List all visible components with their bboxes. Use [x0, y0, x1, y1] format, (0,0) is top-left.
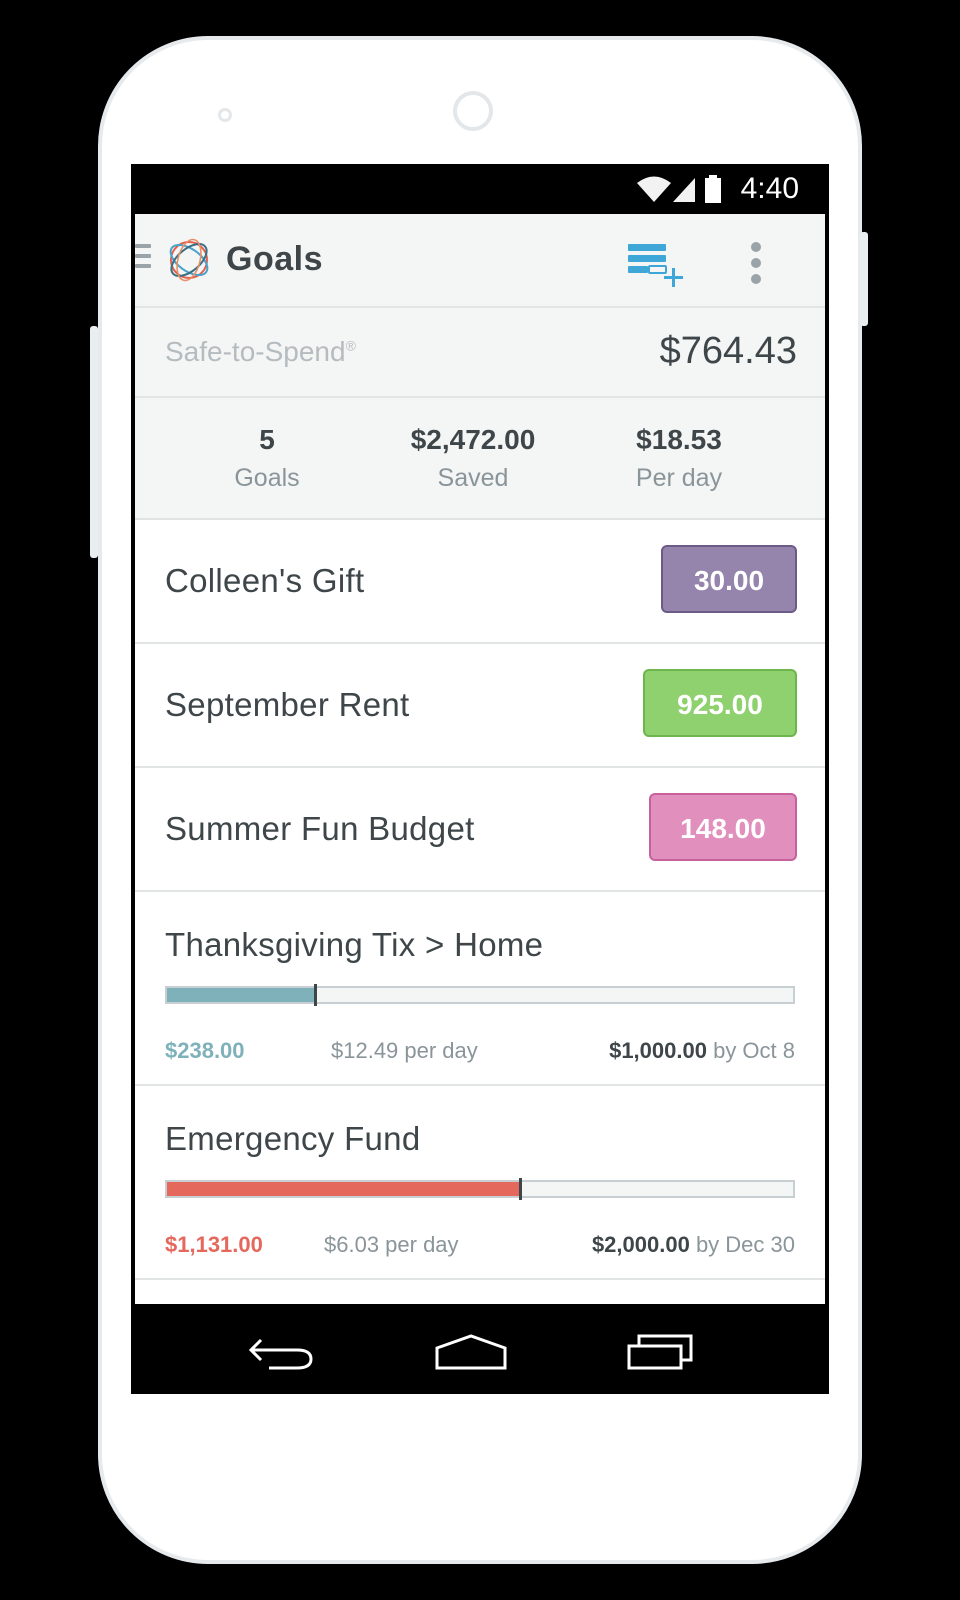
- stat-per-day: $18.53 Per day: [579, 424, 779, 493]
- goal-name: Colleen's Gift: [165, 562, 365, 599]
- navigation-bar: [131, 1304, 829, 1394]
- toolbar: Goals: [135, 214, 825, 308]
- stat-saved: $2,472.00 Saved: [373, 424, 573, 493]
- status-bar: 4:40: [131, 164, 829, 214]
- stat-goals: 5 Goals: [167, 424, 367, 493]
- goal-target: $1,000.00 by Oct 8: [609, 1038, 795, 1063]
- menu-icon[interactable]: [135, 244, 151, 274]
- goal-daily-rate: $12.49 per day: [331, 1038, 478, 1063]
- progress-goal-row[interactable]: Emergency Fund $1,131.00 $6.03 per day $…: [135, 1086, 825, 1280]
- status-icons: [637, 175, 721, 203]
- goal-stats: 5 Goals $2,472.00 Saved $18.53 Per day: [135, 398, 825, 520]
- overflow-menu-icon[interactable]: [749, 242, 763, 286]
- back-icon[interactable]: [247, 1332, 317, 1372]
- progress-fill: [167, 988, 316, 1002]
- goal-name: Thanksgiving Tix > Home: [165, 926, 544, 963]
- goals-app: Goals Safe-to-Spend® $764.43 5 Goals $2,…: [135, 214, 825, 1304]
- stat-value: $2,472.00: [410, 424, 536, 455]
- goal-name: Emergency Fund: [165, 1120, 421, 1157]
- stat-value: $18.53: [636, 424, 722, 455]
- goal-target: $2,000.00 by Dec 30: [591, 1232, 795, 1257]
- add-goal-icon[interactable]: [628, 240, 688, 288]
- progress-bar: [165, 1178, 795, 1200]
- progress-goal-row[interactable]: Thanksgiving Tix > Home $238.00 $12.49 p…: [135, 892, 825, 1086]
- home-icon[interactable]: [435, 1332, 507, 1372]
- safe-to-spend-row[interactable]: Safe-to-Spend® $764.43: [135, 308, 825, 398]
- goal-row[interactable]: September Rent 925.00: [135, 644, 825, 768]
- goal-amount-badge[interactable]: 30.00: [661, 545, 797, 613]
- goal-name: Summer Fun Budget: [165, 810, 475, 847]
- goal-amount-badge[interactable]: 148.00: [649, 793, 797, 861]
- stat-label: Per day: [635, 464, 723, 492]
- goal-daily-rate: $6.03 per day: [324, 1232, 459, 1257]
- wifi-icon: [637, 176, 671, 202]
- stat-label: Saved: [437, 464, 509, 492]
- phone-screen: 4:40 Goals Safe-to-Spend® $764.43 5 Goal…: [131, 164, 829, 1394]
- speaker-dot: [218, 108, 232, 122]
- front-camera: [453, 91, 493, 131]
- progress-bar: [165, 984, 795, 1006]
- recents-icon[interactable]: [627, 1332, 697, 1372]
- goal-amount-badge[interactable]: 925.00: [643, 669, 797, 737]
- power-button: [860, 232, 868, 326]
- safe-to-spend-label: Safe-to-Spend®: [165, 336, 356, 367]
- page-title: Goals: [226, 240, 323, 278]
- battery-icon: [705, 175, 721, 203]
- goal-saved-amount: $1,131.00: [165, 1232, 263, 1257]
- volume-button: [90, 326, 98, 558]
- stat-value: 5: [259, 424, 275, 455]
- goal-name: September Rent: [165, 686, 410, 723]
- stat-label: Goals: [234, 464, 300, 492]
- goal-saved-amount: $238.00: [165, 1038, 245, 1063]
- status-time: 4:40: [740, 172, 799, 205]
- goal-row[interactable]: Summer Fun Budget 148.00: [135, 768, 825, 892]
- signal-icon: [673, 178, 695, 202]
- goal-row[interactable]: Colleen's Gift 30.00: [135, 520, 825, 644]
- progress-fill: [167, 1182, 521, 1196]
- logo-icon[interactable]: [165, 236, 213, 284]
- safe-to-spend-value: $764.43: [659, 330, 797, 372]
- progress-marker: [519, 1178, 522, 1200]
- progress-marker: [313, 984, 317, 1006]
